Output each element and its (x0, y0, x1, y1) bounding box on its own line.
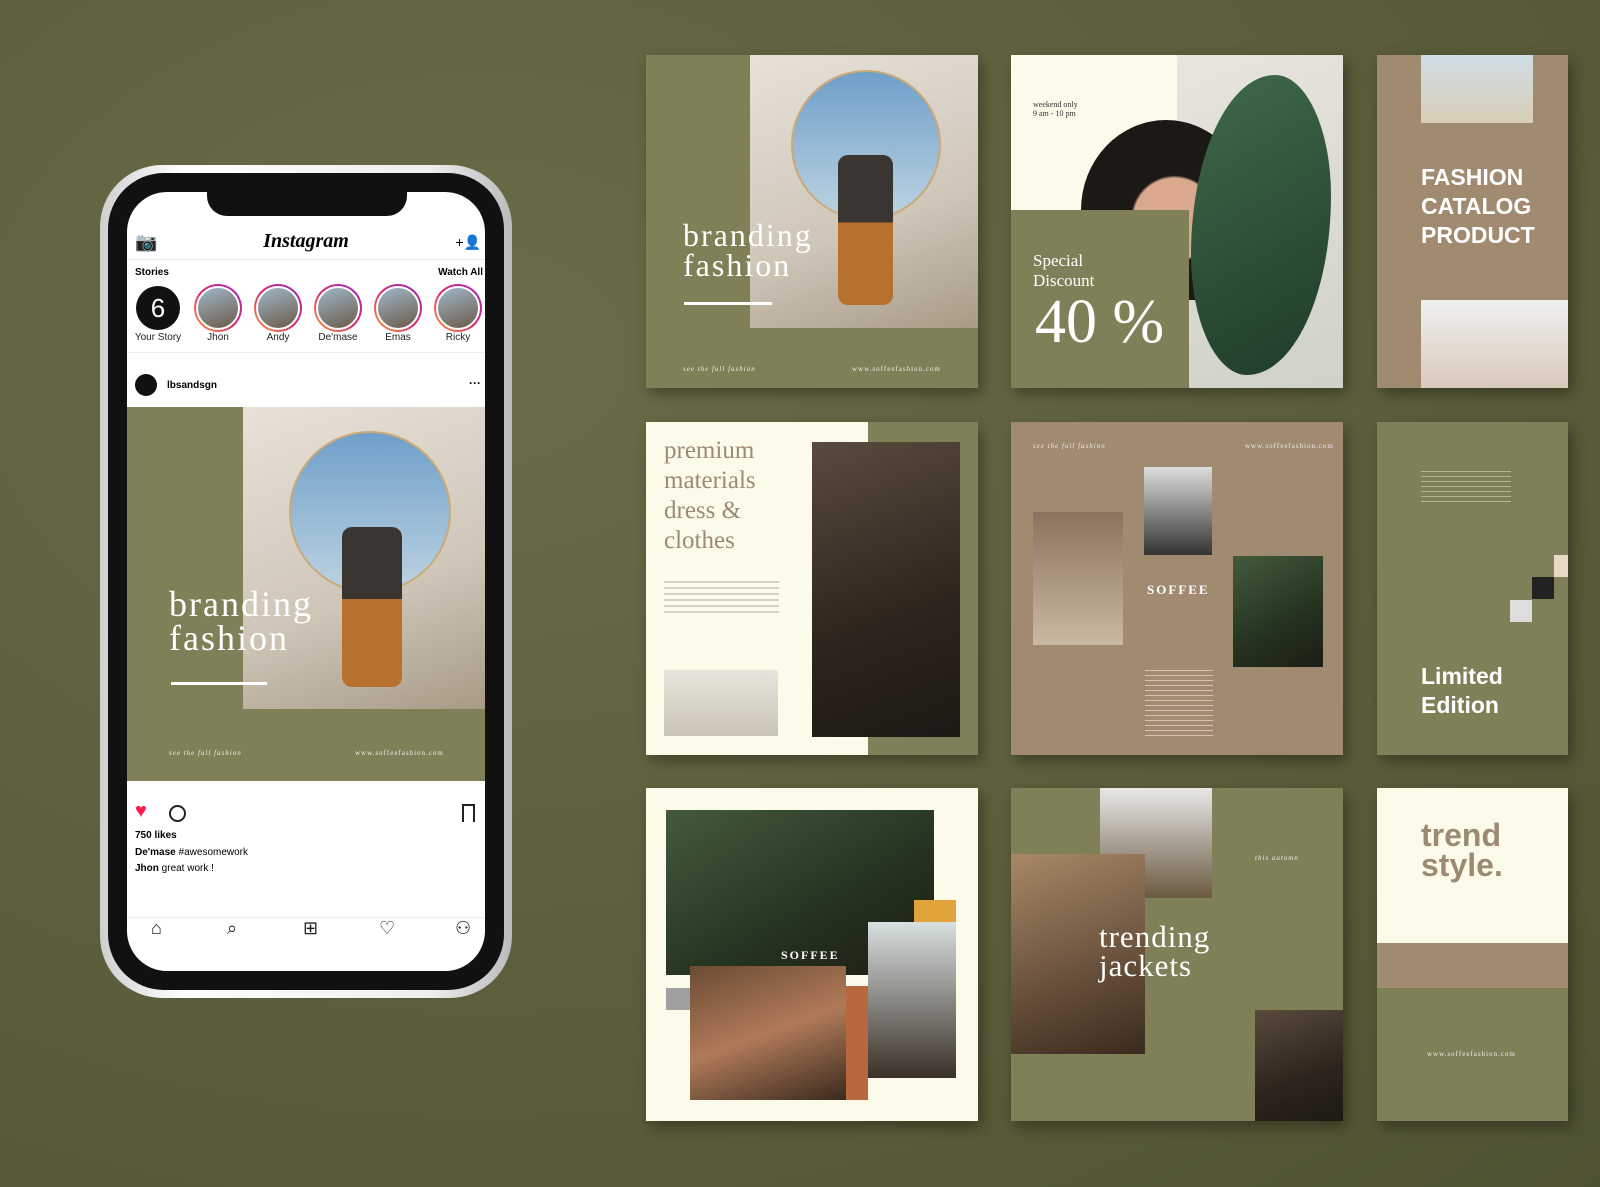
brand-logo-icon: 6 (136, 286, 180, 330)
home-icon[interactable]: ⌂ (151, 918, 162, 939)
caption-text: #awesomework (178, 847, 249, 858)
template-footer-url: www.soffeefashion.com (1427, 1050, 1516, 1058)
template-title: materials (664, 467, 756, 494)
story-name: De'mase (318, 332, 358, 343)
template-note: 9 am - 10 pm (1033, 109, 1076, 118)
lorem-text-block (664, 577, 779, 617)
template-footer-url: www.soffeefashion.com (852, 365, 941, 373)
template-note: weekend only (1033, 100, 1078, 109)
instagram-screen: 📷 Instagram +👤 Stories Watch All 6 Your S… (127, 192, 485, 971)
activity-heart-icon[interactable]: ♡ (379, 918, 395, 939)
post-footer-left: see the full fashion (169, 749, 242, 757)
stories-label: Stories (135, 267, 169, 278)
template-title: branding (683, 217, 813, 253)
template-title: trend (1421, 817, 1501, 853)
comment-icon[interactable] (169, 805, 186, 822)
likes-count: 750 likes (135, 830, 177, 841)
more-options-icon[interactable]: ··· (469, 376, 481, 390)
template-special-discount: weekend only 9 am - 10 pm Special Discount… (1011, 55, 1343, 388)
template-soffee-moodboard: SOFFEE (646, 788, 978, 1121)
template-title: fashion (683, 247, 792, 283)
search-icon[interactable]: ⌕ (227, 918, 237, 939)
template-title: style. (1421, 847, 1503, 883)
discount-label: Special (1033, 251, 1084, 270)
template-title: dress & (664, 497, 742, 524)
phone-mockup: 📷 Instagram +👤 Stories Watch All 6 Your S… (100, 165, 512, 998)
story-item[interactable]: De'mase (308, 284, 368, 343)
post-image[interactable]: branding fashion see the full fashion www… (127, 407, 485, 781)
template-header-url: www.soffeefashion.com (1245, 442, 1334, 450)
template-trend-style: trend style. www.soffeefashion.com (1377, 788, 1568, 1121)
template-note: this autumn (1255, 854, 1299, 862)
story-your-story[interactable]: 6 Your Story (128, 284, 188, 343)
lorem-text-block (1421, 467, 1511, 505)
post-headline: branding (169, 584, 313, 624)
like-icon[interactable]: ♥ (135, 800, 147, 823)
template-title: jackets (1099, 948, 1193, 983)
template-footer-left: see the full fashion (683, 365, 756, 373)
template-title: trending (1099, 919, 1211, 954)
template-title: FASHION (1421, 164, 1524, 190)
template-premium-materials: premium materials dress & clothes (646, 422, 978, 755)
profile-icon[interactable]: ⚇ (455, 918, 471, 939)
caption-user[interactable]: De'mase (135, 847, 176, 858)
story-item[interactable]: Jhon (188, 284, 248, 343)
template-title: CATALOG (1421, 193, 1532, 219)
template-title: PRODUCT (1421, 222, 1535, 248)
story-name: Your Story (134, 332, 182, 343)
template-title: clothes (664, 527, 735, 554)
bookmark-icon[interactable] (462, 804, 475, 822)
brand-label: SOFFEE (1147, 582, 1210, 597)
template-fashion-catalog: FASHION CATALOG PRODUCT (1377, 55, 1568, 388)
post-avatar[interactable] (135, 374, 157, 396)
template-title: Edition (1421, 692, 1499, 718)
template-title: Limited (1421, 663, 1503, 689)
story-name: Emas (385, 332, 411, 343)
brand-label: SOFFEE (781, 948, 840, 962)
story-item[interactable]: Emas (368, 284, 428, 343)
story-item[interactable]: Andy (248, 284, 308, 343)
phone-notch (207, 192, 407, 216)
comment-user[interactable]: Jhon (135, 863, 159, 874)
add-post-icon[interactable]: ⊞ (303, 918, 318, 939)
template-header-left: see the full fashion (1033, 442, 1106, 450)
template-limited-edition: Limited Edition (1377, 422, 1568, 755)
app-title: Instagram (263, 230, 349, 252)
comment-text: great work ! (161, 863, 214, 874)
discount-value: 40 % (1035, 288, 1165, 356)
template-soffee-collage: see the full fashion www.soffeefashion.c… (1011, 422, 1343, 755)
story-name: Ricky (445, 332, 471, 343)
template-branding-fashion: branding fashion see the full fashion www… (646, 55, 978, 388)
lorem-text-block (1145, 666, 1213, 736)
story-name: Andy (266, 332, 290, 343)
post-footer-url: www.soffeefashion.com (355, 749, 444, 757)
watch-all-link[interactable]: Watch All (438, 267, 483, 278)
template-title: premium (664, 437, 755, 464)
post-headline: fashion (169, 618, 289, 658)
story-item[interactable]: Ricky (428, 284, 485, 343)
template-trending-jackets: this autumn trending jackets (1011, 788, 1343, 1121)
add-user-icon[interactable]: +👤 (455, 234, 481, 251)
post-username[interactable]: lbsandsgn (167, 380, 217, 391)
story-name: Jhon (207, 332, 229, 343)
